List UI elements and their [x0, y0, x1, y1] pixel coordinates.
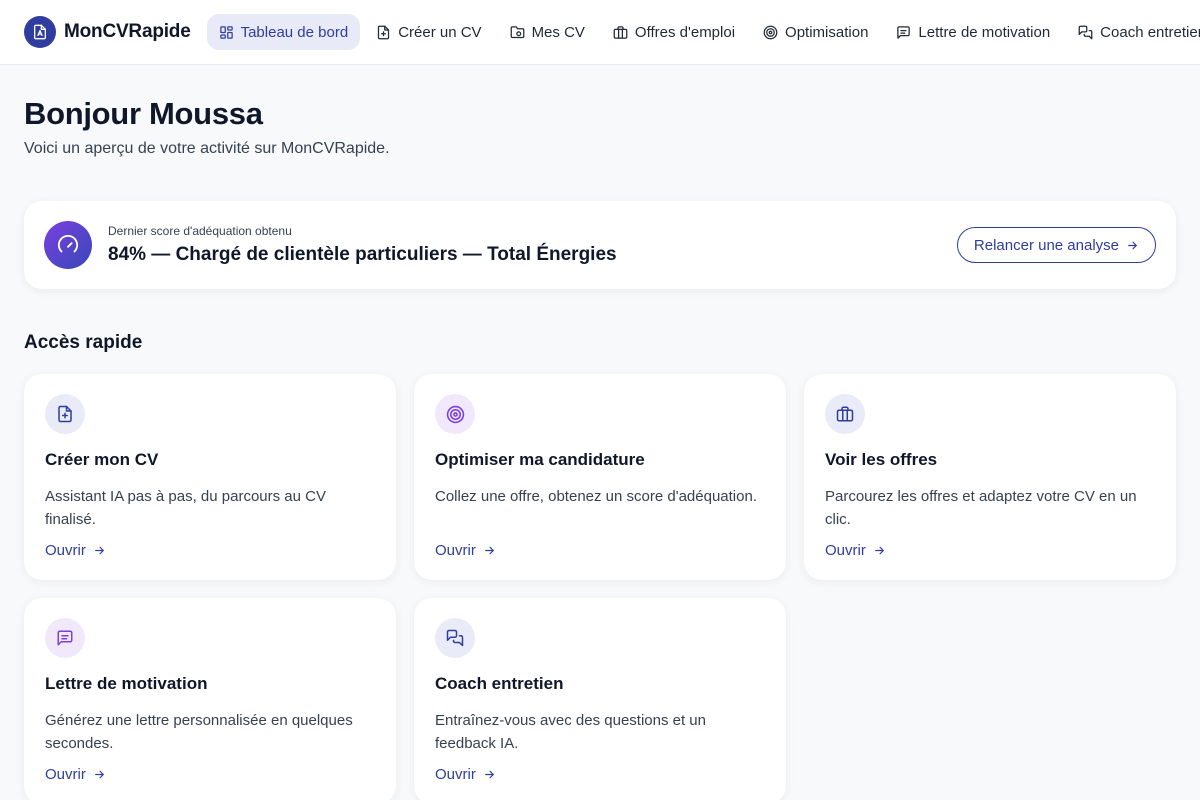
- nav-item-label: Optimisation: [785, 23, 869, 41]
- message-icon: [45, 618, 85, 658]
- top-navigation: MonCVRapide Tableau de bord Créer un CV …: [0, 0, 1200, 65]
- card-cover-letter[interactable]: Lettre de motivation Générez une lettre …: [24, 598, 396, 800]
- card-description: Générez une lettre personnalisée en quel…: [45, 712, 353, 752]
- file-plus-icon: [45, 394, 85, 434]
- nav-item-label: Tableau de bord: [240, 23, 349, 41]
- main-nav: Tableau de bord Créer un CV Mes CV Offre…: [206, 14, 1200, 50]
- section-title: Accès rapide: [24, 332, 143, 353]
- nav-item-create-cv[interactable]: Créer un CV: [364, 14, 493, 50]
- open-link-label: Ouvrir: [45, 766, 86, 783]
- gauge-icon: [44, 221, 92, 269]
- open-link[interactable]: Ouvrir: [435, 766, 496, 783]
- card-title: Créer mon CV: [45, 450, 159, 469]
- card-title: Lettre de motivation: [45, 674, 208, 693]
- page-subtitle: Voici un aperçu de votre activité sur Mo…: [24, 140, 390, 157]
- card-description: Entraînez-vous avec des questions et un …: [435, 712, 706, 752]
- brand[interactable]: MonCVRapide: [24, 16, 191, 48]
- card-view-offers[interactable]: Voir les offres Parcourez les offres et …: [804, 374, 1176, 580]
- card-title: Coach entretien: [435, 674, 564, 693]
- briefcase-icon: [613, 25, 628, 39]
- card-description: Assistant IA pas à pas, du parcours au C…: [45, 488, 326, 528]
- nav-item-label: Lettre de motivation: [918, 23, 1051, 41]
- open-link[interactable]: Ouvrir: [435, 542, 496, 559]
- arrow-right-icon: [484, 770, 494, 779]
- score-value: 84% — Chargé de clientèle particuliers —…: [108, 244, 617, 265]
- target-icon: [763, 25, 778, 39]
- open-link[interactable]: Ouvrir: [45, 542, 106, 559]
- card-title: Optimiser ma candidature: [435, 450, 645, 469]
- nav-item-interview-coach[interactable]: Coach entretien: [1066, 14, 1200, 50]
- file-plus-icon: [378, 25, 390, 39]
- nav-item-label: Créer un CV: [398, 23, 482, 41]
- arrow-right-icon: [94, 770, 104, 779]
- dashboard-icon: [219, 25, 233, 39]
- nav-item-dashboard[interactable]: Tableau de bord: [206, 14, 361, 50]
- app-name: MonCVRapide: [64, 21, 191, 42]
- chat-icon: [1078, 25, 1093, 39]
- page-title: Bonjour Moussa: [24, 96, 263, 131]
- app-logo-icon: [24, 16, 56, 48]
- score-card: Dernier score d'adéquation obtenu 84% — …: [24, 201, 1176, 289]
- folder-icon: [510, 25, 524, 38]
- arrow-right-icon: [484, 546, 494, 555]
- nav-item-label: Coach entretien: [1100, 23, 1200, 41]
- open-link-label: Ouvrir: [825, 542, 866, 559]
- arrow-right-icon: [1128, 241, 1137, 249]
- rerun-analysis-label: Relancer une analyse: [973, 236, 1119, 254]
- nav-item-my-cv[interactable]: Mes CV: [498, 14, 597, 50]
- open-link[interactable]: Ouvrir: [825, 542, 886, 559]
- nav-item-job-offers[interactable]: Offres d'emploi: [601, 14, 747, 50]
- open-link[interactable]: Ouvrir: [45, 766, 106, 783]
- nav-item-optimization[interactable]: Optimisation: [751, 14, 880, 50]
- nav-item-label: Offres d'emploi: [634, 23, 736, 41]
- score-label: Dernier score d'adéquation obtenu: [108, 224, 292, 238]
- arrow-right-icon: [874, 546, 884, 555]
- rerun-analysis-button[interactable]: Relancer une analyse: [956, 227, 1156, 263]
- chat-icon: [435, 618, 475, 658]
- card-description: Parcourez les offres et adaptez votre CV…: [825, 488, 1137, 528]
- card-interview-coach[interactable]: Coach entretien Entraînez-vous avec des …: [414, 598, 786, 800]
- target-icon: [435, 394, 475, 434]
- card-create-cv[interactable]: Créer mon CV Assistant IA pas à pas, du …: [24, 374, 396, 580]
- nav-item-cover-letter[interactable]: Lettre de motivation: [884, 14, 1062, 50]
- open-link-label: Ouvrir: [435, 542, 476, 559]
- card-optimize-application[interactable]: Optimiser ma candidature Collez une offr…: [414, 374, 786, 580]
- nav-item-label: Mes CV: [531, 23, 585, 41]
- card-description: Collez une offre, obtenez un score d'adé…: [435, 488, 757, 505]
- briefcase-icon: [825, 394, 865, 434]
- open-link-label: Ouvrir: [435, 766, 476, 783]
- message-icon: [897, 25, 911, 39]
- arrow-right-icon: [94, 546, 104, 555]
- card-title: Voir les offres: [825, 450, 938, 469]
- open-link-label: Ouvrir: [45, 542, 86, 559]
